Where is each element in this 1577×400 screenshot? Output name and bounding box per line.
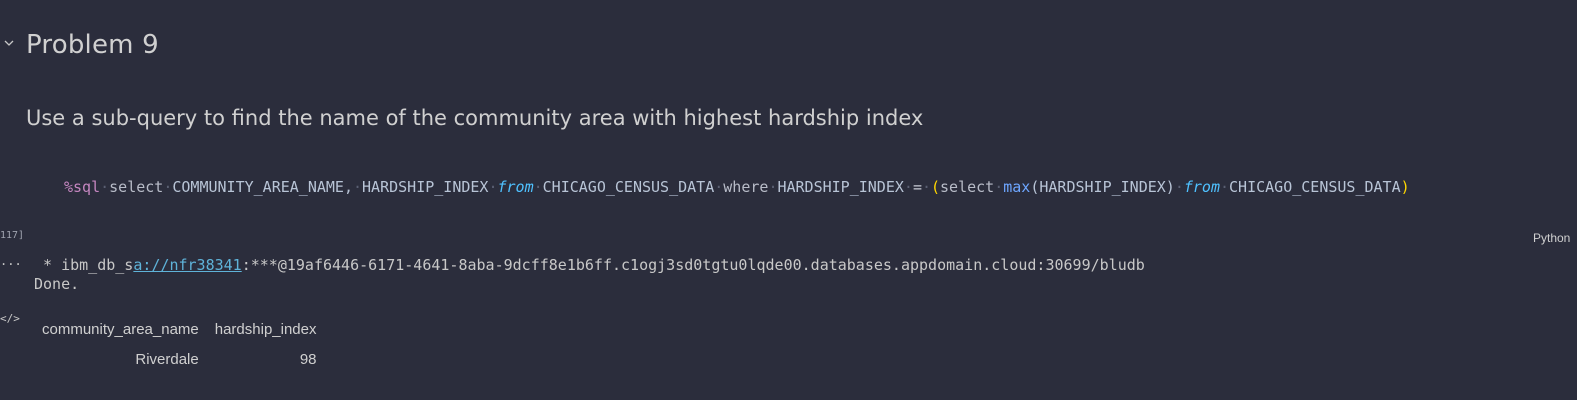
table-row: Riverdale 98: [34, 344, 325, 374]
output-connection-line: * ibm_db_sa://nfr38341:***@19af6446-6171…: [34, 256, 1145, 274]
output-text: :***@19af6446-6171-4641-8aba-9dcff8e1b6f…: [241, 256, 1145, 274]
code-token: HARDSHIP_INDEX: [362, 178, 489, 196]
code-token: max: [1003, 178, 1031, 196]
cell-description: Use a sub-query to find the name of the …: [26, 106, 924, 130]
code-token: (HARDSHIP_INDEX): [1030, 178, 1175, 196]
code-token: ): [1400, 178, 1410, 196]
table-cell: Riverdale: [135, 350, 199, 368]
execution-count: 117]: [0, 230, 25, 241]
code-token: from: [1183, 178, 1220, 196]
output-more-icon[interactable]: ...: [0, 254, 22, 268]
code-token: select: [109, 178, 164, 196]
code-token: HARDSHIP_INDEX: [777, 178, 904, 196]
code-token: %sql: [64, 178, 101, 196]
table-header-row: community_area_name hardship_index: [34, 314, 325, 344]
column-header: community_area_name: [42, 320, 199, 338]
code-token: (: [931, 178, 941, 196]
connection-link[interactable]: a://nfr38341: [133, 256, 241, 274]
code-token: where: [723, 178, 769, 196]
code-token: CHICAGO_CENSUS_DATA: [542, 178, 715, 196]
output-done-line: Done.: [34, 275, 80, 293]
chevron-down-icon[interactable]: [2, 36, 16, 50]
code-token: from: [497, 178, 534, 196]
output-text: * ibm_db_s: [34, 256, 134, 274]
code-token: COMMUNITY_AREA_NAME,: [172, 178, 353, 196]
table-cell: 98: [299, 350, 317, 368]
code-token: CHICAGO_CENSUS_DATA: [1229, 178, 1401, 196]
code-editor[interactable]: %sql·select·COMMUNITY_AREA_NAME,·HARDSHI…: [64, 178, 1410, 196]
code-token: select: [940, 178, 995, 196]
column-header: hardship_index: [214, 320, 317, 338]
output-code-icon[interactable]: </>: [0, 312, 20, 325]
cell-heading: Problem 9: [26, 30, 159, 60]
result-table: community_area_name hardship_index River…: [34, 314, 325, 374]
kernel-language-label[interactable]: Python: [1533, 231, 1577, 245]
code-token: =: [912, 178, 922, 196]
